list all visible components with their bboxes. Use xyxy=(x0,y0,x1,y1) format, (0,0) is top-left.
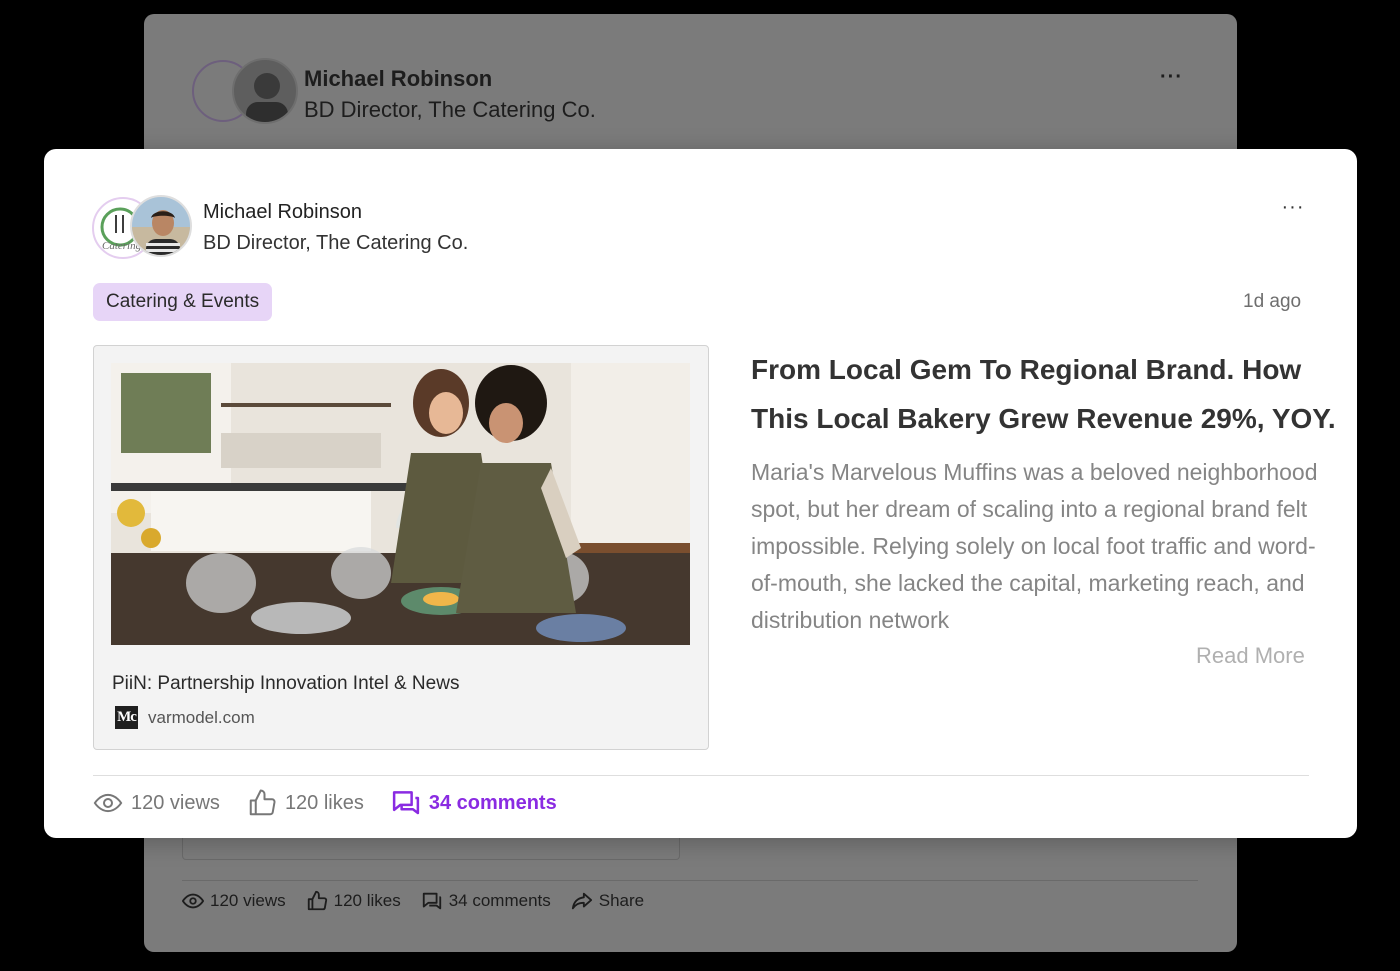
background-more-menu-icon[interactable]: ··· xyxy=(1160,66,1183,89)
background-stats-bar: 120 views 120 likes 34 comments Share xyxy=(182,890,644,912)
background-author-title: BD Director, The Catering Co. xyxy=(304,97,596,122)
link-preview-source: Mc varmodel.com xyxy=(115,706,255,729)
background-comments[interactable]: 34 comments xyxy=(421,890,551,912)
background-views: 120 views xyxy=(182,890,286,912)
background-likes-label: 120 likes xyxy=(333,891,401,910)
more-menu-icon[interactable]: ··· xyxy=(1278,197,1308,221)
comments-icon xyxy=(422,892,441,910)
link-preview-domain: varmodel.com xyxy=(148,707,255,727)
post-card: Catering Michael Robinson BD Director, T… xyxy=(44,149,1357,838)
background-divider xyxy=(182,880,1198,881)
share-icon xyxy=(571,892,592,910)
comments-icon xyxy=(392,791,419,815)
views-label: 120 views xyxy=(131,791,220,814)
background-share[interactable]: Share xyxy=(571,890,644,912)
background-share-label: Share xyxy=(598,891,645,910)
likes-label: 120 likes xyxy=(284,791,364,814)
post-excerpt: Maria's Marvelous Muffins was a beloved … xyxy=(751,459,1318,633)
link-preview-card[interactable]: PiiN: Partnership Innovation Intel & New… xyxy=(93,345,709,750)
link-preview-title: PiiN: Partnership Innovation Intel & New… xyxy=(112,673,460,694)
views-stat: 120 views xyxy=(93,788,220,818)
link-preview-image xyxy=(111,363,690,645)
eye-icon xyxy=(182,893,204,909)
like-button[interactable]: 120 likes xyxy=(247,788,364,818)
post-headline[interactable]: From Local Gem To Regional Brand. How Th… xyxy=(751,345,1351,443)
author-title: BD Director, The Catering Co. xyxy=(203,232,469,254)
background-likes[interactable]: 120 likes xyxy=(306,890,401,912)
post-timestamp: 1d ago xyxy=(1243,291,1302,312)
background-author-name: Michael Robinson xyxy=(304,66,493,91)
background-comments-label: 34 comments xyxy=(448,891,551,910)
comments-button[interactable]: 34 comments xyxy=(391,788,557,818)
source-favicon-icon: Mc xyxy=(115,706,138,729)
author-name[interactable]: Michael Robinson xyxy=(203,201,362,224)
thumbs-up-icon xyxy=(249,789,276,816)
author-avatars: Catering xyxy=(92,195,192,261)
stats-bar: 120 views 120 likes 34 comments xyxy=(93,787,584,819)
category-tag[interactable]: Catering & Events xyxy=(93,283,273,321)
author-avatar[interactable] xyxy=(130,195,192,257)
comments-label: 34 comments xyxy=(428,791,557,814)
background-views-label: 120 views xyxy=(210,891,286,910)
background-author-avatar xyxy=(232,58,298,124)
thumbs-up-icon xyxy=(307,890,327,911)
eye-icon xyxy=(93,793,123,813)
stats-divider xyxy=(93,775,1309,776)
read-more-link[interactable]: Read More xyxy=(1196,643,1305,669)
background-author-avatars xyxy=(192,58,302,124)
